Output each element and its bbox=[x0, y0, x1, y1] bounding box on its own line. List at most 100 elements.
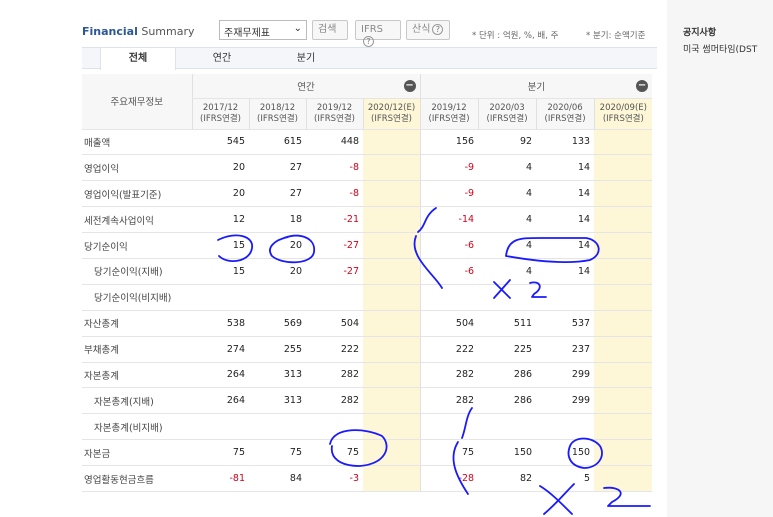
row-label: 자본총계(지배) bbox=[82, 387, 192, 415]
table-cell: -8 bbox=[306, 180, 363, 208]
group-header-annual: 연간 − bbox=[191, 74, 421, 99]
table-cell: 156 bbox=[419, 129, 479, 156]
corner-header: 주요재무정보 bbox=[82, 74, 192, 130]
table-cell bbox=[594, 129, 653, 156]
table-cell: -8 bbox=[306, 154, 363, 182]
table-cell: 4 bbox=[478, 232, 537, 259]
column-header: 2020/03 (IFRS연결) bbox=[477, 98, 537, 130]
table-cell bbox=[536, 413, 595, 441]
table-cell: 18 bbox=[249, 206, 306, 234]
table-cell: 14 bbox=[536, 258, 595, 285]
table-cell bbox=[594, 284, 653, 311]
table-cell bbox=[363, 258, 421, 285]
collapse-annual-icon[interactable]: − bbox=[403, 80, 416, 92]
row-label: 세전계속사업이익 bbox=[82, 206, 192, 234]
table-cell: 286 bbox=[478, 387, 537, 415]
table-cell: 20 bbox=[249, 258, 306, 285]
table-cell: 4 bbox=[478, 206, 537, 234]
table-cell bbox=[363, 154, 421, 182]
table-cell: -9 bbox=[419, 180, 479, 208]
table-cell: 150 bbox=[536, 439, 595, 467]
row-label: 영업활동현금흐름 bbox=[82, 465, 192, 492]
table-cell: 5 bbox=[536, 465, 595, 492]
table-row: 자본총계(비지배) bbox=[82, 413, 653, 441]
column-header: 2017/12 (IFRS연결) bbox=[191, 98, 249, 130]
table-cell: 15 bbox=[192, 232, 249, 259]
table-cell: 255 bbox=[249, 336, 306, 363]
table-cell bbox=[594, 413, 653, 441]
table-cell: 75 bbox=[419, 439, 479, 467]
group-annual-label: 연간 bbox=[297, 81, 315, 93]
table-cell: 82 bbox=[478, 465, 537, 492]
table-row: 자산총계 538 569 504 504 511 537 bbox=[82, 310, 653, 337]
table-cell: -27 bbox=[306, 258, 363, 285]
table-cell bbox=[363, 362, 421, 389]
table-cell: 545 bbox=[192, 129, 249, 156]
table-cell: 133 bbox=[536, 129, 595, 156]
statement-type-select[interactable]: 주재무제표 ⌄ bbox=[219, 20, 307, 40]
tab-all[interactable]: 전체 bbox=[100, 48, 176, 70]
table-cell bbox=[594, 232, 653, 259]
unit-note: * 단위 : 억원, %, 배, 주 bbox=[472, 31, 559, 41]
column-header: 2019/12 (IFRS연결) bbox=[419, 98, 479, 130]
search-button[interactable]: 검색 bbox=[312, 20, 348, 40]
column-basis: (IFRS연결) bbox=[428, 113, 470, 124]
table-cell: 286 bbox=[478, 362, 537, 389]
table-cell: -14 bbox=[419, 206, 479, 234]
tab-quarter[interactable]: 분기 bbox=[268, 48, 344, 69]
table-cell bbox=[363, 336, 421, 363]
table-cell: 14 bbox=[536, 206, 595, 234]
table-row: 당기순이익(지배) 15 20 -27 -6 4 14 bbox=[82, 258, 653, 285]
table-cell: 14 bbox=[536, 154, 595, 182]
notice-item[interactable]: 미국 썸머타임(DST bbox=[683, 42, 757, 55]
table-cell: 4 bbox=[478, 180, 537, 208]
table-cell bbox=[594, 387, 653, 415]
table-cell bbox=[192, 284, 249, 311]
table-cell: -27 bbox=[306, 232, 363, 259]
column-basis: (IFRS연결) bbox=[602, 113, 644, 124]
table-cell: -21 bbox=[306, 206, 363, 234]
column-period: 2020/09(E) bbox=[599, 102, 647, 113]
row-label: 영업이익 bbox=[82, 154, 192, 182]
row-label: 당기순이익 bbox=[82, 232, 192, 259]
column-header: 2018/12 (IFRS연결) bbox=[248, 98, 306, 130]
table-cell: -81 bbox=[192, 465, 249, 492]
table-cell: 264 bbox=[192, 362, 249, 389]
table-cell: 299 bbox=[536, 387, 595, 415]
table-cell: 20 bbox=[192, 154, 249, 182]
table-cell bbox=[536, 284, 595, 311]
table-cell: 15 bbox=[192, 258, 249, 285]
column-basis: (IFRS연결) bbox=[200, 113, 241, 124]
table-cell bbox=[594, 439, 653, 467]
column-period: 2019/12 bbox=[431, 102, 467, 113]
table-row: 영업이익 20 27 -8 -9 4 14 bbox=[82, 154, 653, 182]
table-cell bbox=[419, 284, 479, 311]
tab-annual[interactable]: 연간 bbox=[184, 48, 260, 69]
row-label: 부채총계 bbox=[82, 336, 192, 363]
column-period: 2020/03 bbox=[489, 102, 525, 113]
table-cell: 222 bbox=[306, 336, 363, 363]
column-basis: (IFRS연결) bbox=[371, 113, 413, 124]
table-row: 매출액 545 615 448 156 92 133 bbox=[82, 129, 653, 156]
column-period: 2019/12 bbox=[316, 102, 353, 113]
table-cell: 264 bbox=[192, 387, 249, 415]
table-cell bbox=[594, 362, 653, 389]
table-cell bbox=[594, 336, 653, 363]
collapse-quarter-icon[interactable]: − bbox=[636, 80, 649, 92]
column-period: 2020/06 bbox=[547, 102, 583, 113]
row-label: 자산총계 bbox=[82, 310, 192, 337]
table-cell bbox=[594, 206, 653, 234]
column-period: 2018/12 bbox=[259, 102, 296, 113]
table-cell: 222 bbox=[419, 336, 479, 363]
table-cell: 313 bbox=[249, 387, 306, 415]
table-cell bbox=[478, 284, 537, 311]
table-cell: 20 bbox=[249, 232, 306, 259]
table-row: 부채총계 274 255 222 222 225 237 bbox=[82, 336, 653, 363]
table-cell bbox=[594, 465, 653, 492]
table-cell: 282 bbox=[419, 387, 479, 415]
table-cell: 14 bbox=[536, 232, 595, 259]
table-cell: 12 bbox=[192, 206, 249, 234]
ifrs-help-button[interactable]: IFRS? bbox=[355, 20, 401, 47]
table-cell: 4 bbox=[478, 258, 537, 285]
formula-help-button[interactable]: 산식? bbox=[406, 20, 450, 40]
